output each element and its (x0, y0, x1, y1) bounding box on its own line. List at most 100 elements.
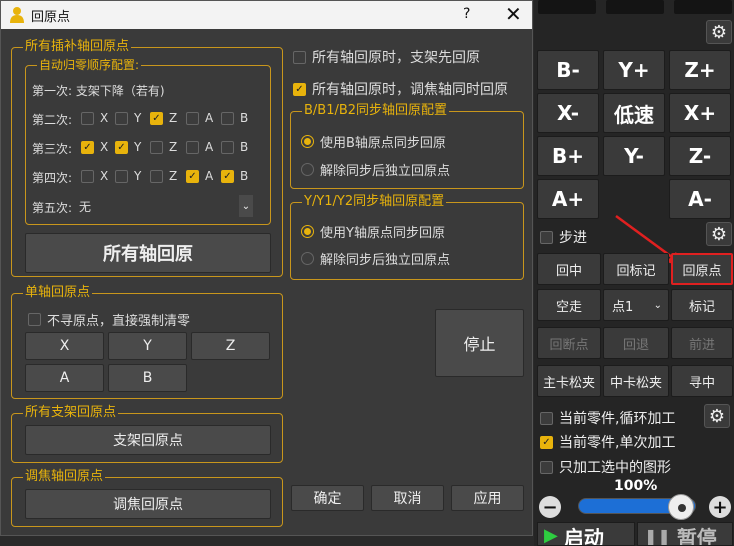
pause-label: 暂停 (676, 526, 717, 546)
radio-dot (301, 252, 314, 265)
plus-icon[interactable]: + (709, 496, 731, 518)
find-center-button[interactable]: 寻中 (671, 365, 733, 397)
focus-same-checkbox[interactable]: ✓ 所有轴回原时，调焦轴同时回原 (293, 79, 508, 99)
chevron-down-icon: ⌄ (239, 195, 253, 217)
point-select[interactable]: 点1 ⌄ (603, 289, 669, 321)
jog-z-minus-button[interactable]: Z- (669, 136, 731, 176)
bracket-home-button[interactable]: 支架回原点 (25, 425, 271, 455)
idle-run-button[interactable]: 空走 (537, 289, 601, 321)
checkbox-box (81, 169, 94, 183)
radio-dot (301, 135, 314, 148)
order-axis-checkbox[interactable]: X (81, 111, 108, 125)
single-process-label: 当前零件,单次加工 (559, 435, 676, 451)
order-axis-checkbox[interactable]: ✓ B (221, 169, 248, 183)
force-zero-checkbox[interactable]: 不寻原点，直接强制清零 (28, 310, 190, 329)
order-axis-checkbox[interactable]: B (221, 140, 248, 154)
step-checkbox[interactable]: 步进 (540, 227, 587, 247)
stop-button[interactable]: 停止 (435, 309, 524, 377)
single-z-button[interactable]: Z (191, 332, 270, 360)
checkbox-box: ✓ (186, 169, 199, 183)
selected-only-checkbox[interactable]: 只加工选中的图形 (540, 457, 671, 477)
loop-process-checkbox[interactable]: 当前零件,循环加工 (540, 408, 675, 428)
order-axis-checkbox[interactable]: A (186, 111, 213, 125)
return-center-button[interactable]: 回中 (537, 253, 601, 285)
gear-icon[interactable]: ⚙ (706, 222, 732, 246)
mid-chuck-release-button[interactable]: 中卡松夹 (603, 365, 669, 397)
single-x-button[interactable]: X (25, 332, 104, 360)
checkbox-box: ✓ (81, 140, 94, 154)
y-sync-opt1-radio[interactable]: 使用Y轴原点同步回原 (301, 222, 445, 241)
gear-icon[interactable]: ⚙ (706, 20, 732, 44)
fifth-order-select[interactable]: 无 ⌄ (79, 195, 253, 217)
speed-slider-handle[interactable] (668, 494, 694, 520)
jog-z-plus-button[interactable]: Z+ (669, 50, 731, 90)
return-breakpoint-button[interactable]: 回断点 (537, 327, 601, 359)
checkbox-box (150, 169, 163, 183)
single-process-checkbox[interactable]: ✓ 当前零件,单次加工 (540, 432, 675, 452)
order-axis-checkbox[interactable]: Z (150, 169, 177, 183)
return-origin-button[interactable]: 回原点 (671, 253, 733, 285)
dialog-title: 回原点 (31, 9, 71, 25)
order-axis-checkbox[interactable]: Y (115, 169, 141, 183)
jog-low-speed-button[interactable]: 低速 (603, 93, 665, 133)
all-axes-home-button[interactable]: 所有轴回原 (25, 233, 271, 273)
mark-button[interactable]: 标记 (671, 289, 733, 321)
y-sync-opt2-radio[interactable]: 解除同步后独立回原点 (301, 249, 450, 268)
close-icon[interactable]: ✕ (505, 2, 522, 26)
top-tab[interactable] (674, 0, 732, 14)
focus-legend: 调焦轴回原点 (23, 469, 106, 484)
axis-label: A (205, 169, 214, 183)
order-axis-checkbox[interactable]: ✓ A (186, 169, 213, 183)
order-axis-checkbox[interactable]: ✓ X (81, 140, 108, 154)
order-axis-checkbox[interactable]: Z (150, 140, 177, 154)
back-button[interactable]: 回退 (603, 327, 669, 359)
y-sync-legend: Y/Y1/Y2同步轴回原配置 (302, 194, 447, 209)
checkbox-box: ✓ (293, 82, 306, 96)
ok-button[interactable]: 确定 (291, 485, 364, 511)
return-mark-button[interactable]: 回标记 (603, 253, 669, 285)
b-sync-opt2-radio[interactable]: 解除同步后独立回原点 (301, 160, 450, 179)
order-axis-checkbox[interactable]: Y (115, 111, 141, 125)
order-axis-checkbox[interactable]: X (81, 169, 108, 183)
checkbox-box (221, 111, 234, 125)
help-icon[interactable]: ? (463, 6, 470, 22)
apply-button[interactable]: 应用 (451, 485, 524, 511)
order-axis-checkbox[interactable]: A (186, 140, 213, 154)
pause-button[interactable]: ❚❚ 暂停 (637, 522, 733, 546)
jog-y-minus-button[interactable]: Y- (603, 136, 665, 176)
single-a-button[interactable]: A (25, 364, 104, 392)
single-y-button[interactable]: Y (108, 332, 187, 360)
start-button[interactable]: ▶ 启动 (537, 522, 635, 546)
jog-b-plus-button[interactable]: B+ (537, 136, 599, 176)
top-tab[interactable] (538, 0, 596, 14)
checkbox-box (150, 140, 163, 154)
axis-label: Z (169, 169, 178, 183)
axis-label: Y (134, 169, 142, 183)
start-label: 启动 (563, 526, 604, 546)
focus-home-button[interactable]: 调焦回原点 (25, 489, 271, 519)
order-axis-checkbox[interactable]: B (221, 111, 248, 125)
checkbox-box (540, 230, 553, 244)
checkbox-box (293, 50, 306, 64)
forward-button[interactable]: 前进 (671, 327, 733, 359)
b-sync-opt1-radio[interactable]: 使用B轴原点同步回原 (301, 132, 446, 151)
y-sync-opt1-label: 使用Y轴原点同步回原 (320, 226, 445, 241)
bracket-first-checkbox[interactable]: 所有轴回原时，支架先回原 (293, 47, 480, 67)
top-tab[interactable] (606, 0, 664, 14)
jog-a-plus-button[interactable]: A+ (537, 179, 599, 219)
jog-x-minus-button[interactable]: X- (537, 93, 599, 133)
minus-icon[interactable]: − (539, 496, 561, 518)
main-chuck-release-button[interactable]: 主卡松夹 (537, 365, 601, 397)
jog-y-plus-button[interactable]: Y+ (603, 50, 665, 90)
jog-x-plus-button[interactable]: X+ (669, 93, 731, 133)
order-axis-checkbox[interactable]: ✓ Y (115, 140, 141, 154)
order-axis-checkbox[interactable]: ✓ Z (150, 111, 177, 125)
order-row-label: 第二次: (32, 113, 73, 127)
focus-same-label: 所有轴回原时，调焦轴同时回原 (312, 82, 508, 98)
point-select-value: 点1 (612, 299, 634, 315)
jog-b-minus-button[interactable]: B- (537, 50, 599, 90)
single-b-button[interactable]: B (108, 364, 187, 392)
cancel-button[interactable]: 取消 (371, 485, 444, 511)
gear-icon[interactable]: ⚙ (704, 404, 730, 428)
chevron-down-icon: ⌄ (653, 299, 662, 311)
